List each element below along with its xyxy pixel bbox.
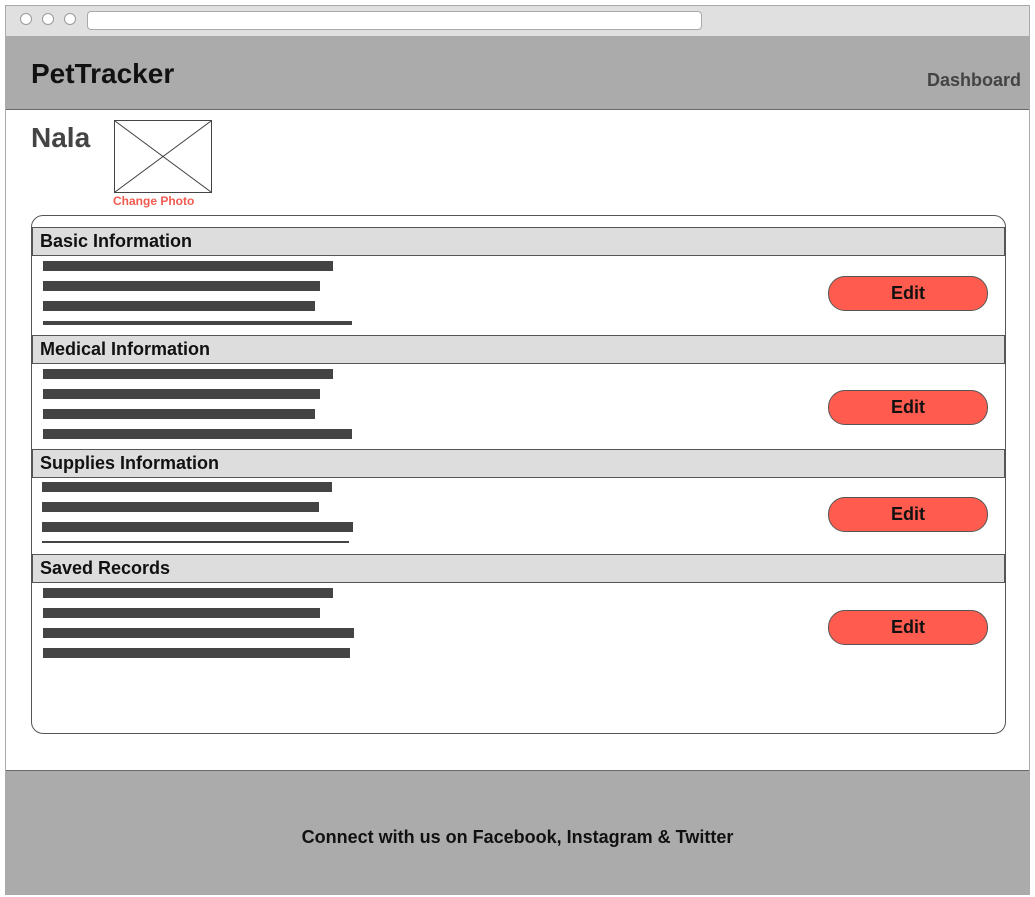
pet-details-panel: Basic Information Edit Medical Informati… — [31, 215, 1006, 734]
nav-dashboard-link[interactable]: Dashboard — [927, 70, 1021, 91]
text-placeholder-line — [42, 482, 332, 492]
browser-toolbar — [6, 6, 1029, 37]
site-header: PetTracker Dashboard — [6, 37, 1029, 110]
change-photo-link[interactable]: Change Photo — [113, 194, 194, 208]
text-placeholder-line — [43, 409, 315, 419]
edit-supplies-button[interactable]: Edit — [828, 497, 988, 532]
text-placeholder-line — [43, 429, 352, 439]
text-placeholder-line — [43, 608, 320, 618]
text-placeholder-line — [42, 522, 353, 532]
section-header-supplies: Supplies Information — [32, 449, 1005, 478]
text-placeholder-line — [43, 261, 333, 271]
text-placeholder-line — [43, 369, 333, 379]
window-minimize-dot[interactable] — [42, 13, 54, 25]
pet-name: Nala — [31, 122, 91, 153]
text-placeholder-line — [43, 389, 320, 399]
window-maximize-dot[interactable] — [64, 13, 76, 25]
text-placeholder-line — [42, 541, 349, 543]
text-placeholder-line — [43, 588, 333, 598]
window-close-dot[interactable] — [20, 13, 32, 25]
edit-medical-button[interactable]: Edit — [828, 390, 988, 425]
text-placeholder-line — [43, 281, 320, 291]
pet-photo-placeholder — [114, 120, 212, 193]
edit-saved-records-button[interactable]: Edit — [828, 610, 988, 645]
social-links-text: Connect with us on Facebook, Instagram &… — [301, 827, 734, 847]
text-placeholder-line — [42, 502, 319, 512]
edit-basic-button[interactable]: Edit — [828, 276, 988, 311]
text-placeholder-line — [43, 321, 352, 325]
browser-window: PetTracker Dashboard Nala Change Photo B… — [5, 5, 1030, 895]
site-footer: Connect with us on Facebook, Instagram &… — [6, 770, 1029, 894]
image-placeholder-icon — [115, 121, 211, 192]
text-placeholder-line — [43, 301, 315, 311]
section-header-saved-records: Saved Records — [32, 554, 1005, 583]
text-placeholder-line — [43, 628, 354, 638]
section-header-medical: Medical Information — [32, 335, 1005, 364]
brand-logo[interactable]: PetTracker — [31, 58, 174, 90]
section-header-basic: Basic Information — [32, 227, 1005, 256]
text-placeholder-line — [43, 648, 350, 658]
address-bar[interactable] — [87, 11, 702, 30]
